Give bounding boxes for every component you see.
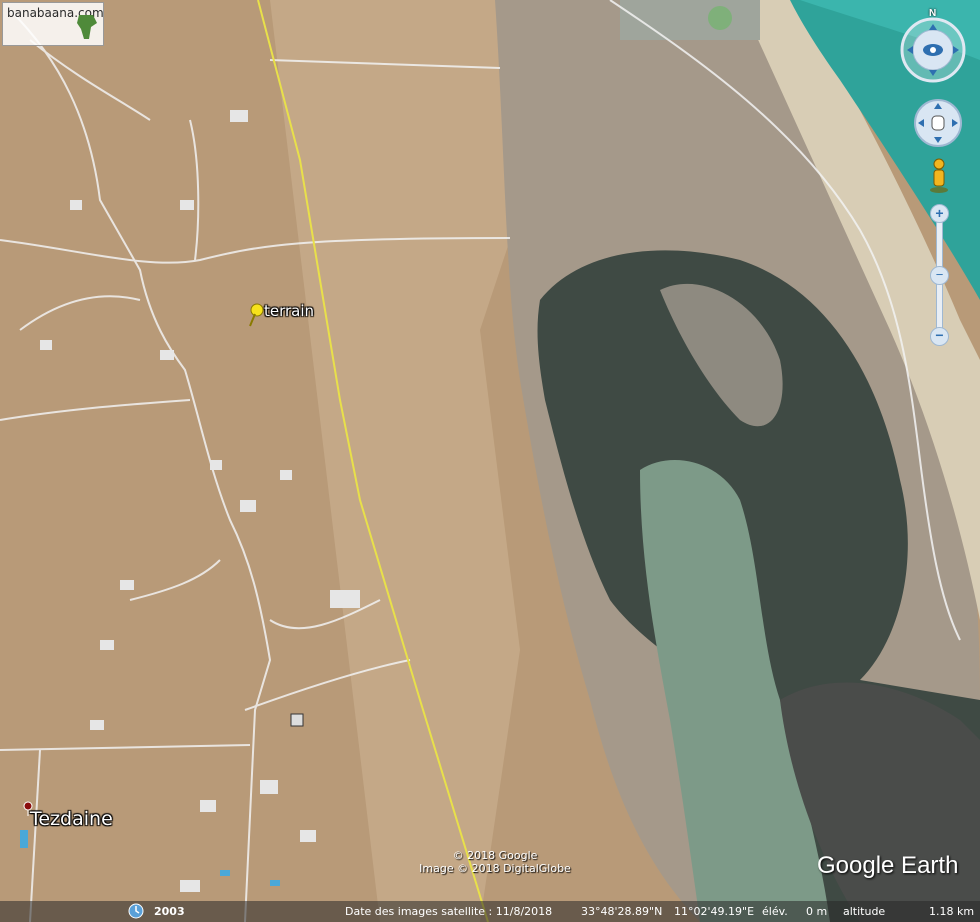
hand-pan-icon <box>914 99 962 147</box>
product-logo: Google Earth <box>817 852 959 879</box>
zoom-out-label: − <box>935 327 944 343</box>
compass-north-label: N <box>929 8 937 19</box>
satellite-map[interactable] <box>0 0 980 922</box>
altitude-label: altitude <box>843 905 886 918</box>
zoom-out-button[interactable]: − <box>930 327 949 346</box>
zoom-handle[interactable]: − <box>930 266 949 285</box>
photo-marker-icon[interactable] <box>290 713 304 727</box>
pegman-icon <box>930 158 948 193</box>
status-bar: 2003 Date des images satellite : 11/8/20… <box>0 901 980 922</box>
imagery-date: Date des images satellite : 11/8/2018 <box>345 905 553 918</box>
site-logo[interactable]: banabaana.com <box>2 2 104 46</box>
street-view-pegman[interactable] <box>928 158 950 194</box>
zoom-slider[interactable]: + − − <box>928 203 950 348</box>
compass-ring-icon <box>900 17 966 83</box>
altitude-value: 1.18 km <box>929 905 975 918</box>
attribution: © 2018 Google Image © 2018 DigitalGlobe <box>410 849 580 875</box>
attribution-line1: © 2018 Google <box>452 849 538 862</box>
africa-map-icon <box>77 15 97 39</box>
historical-imagery-clock-icon[interactable] <box>127 902 145 920</box>
zoom-handle-label: − <box>935 267 944 282</box>
elevation-label: élév. <box>762 905 788 918</box>
placemark-label: Tezdaine <box>30 808 113 830</box>
pan-control[interactable] <box>913 98 963 148</box>
resort-garden <box>708 6 732 30</box>
yellow-pushpin-icon <box>249 303 264 327</box>
elevation-value: 0 m <box>806 905 828 918</box>
zoom-in-label: + <box>935 205 944 221</box>
placemark-label: terrain <box>264 302 315 320</box>
longitude: 11°02'49.19"E <box>674 905 755 918</box>
attribution-line2: Image © 2018 DigitalGlobe <box>419 862 571 875</box>
latitude: 33°48'28.89"N <box>581 905 663 918</box>
zoom-in-button[interactable]: + <box>930 204 949 223</box>
historical-year[interactable]: 2003 <box>154 905 185 918</box>
compass-control[interactable]: N <box>900 8 966 84</box>
